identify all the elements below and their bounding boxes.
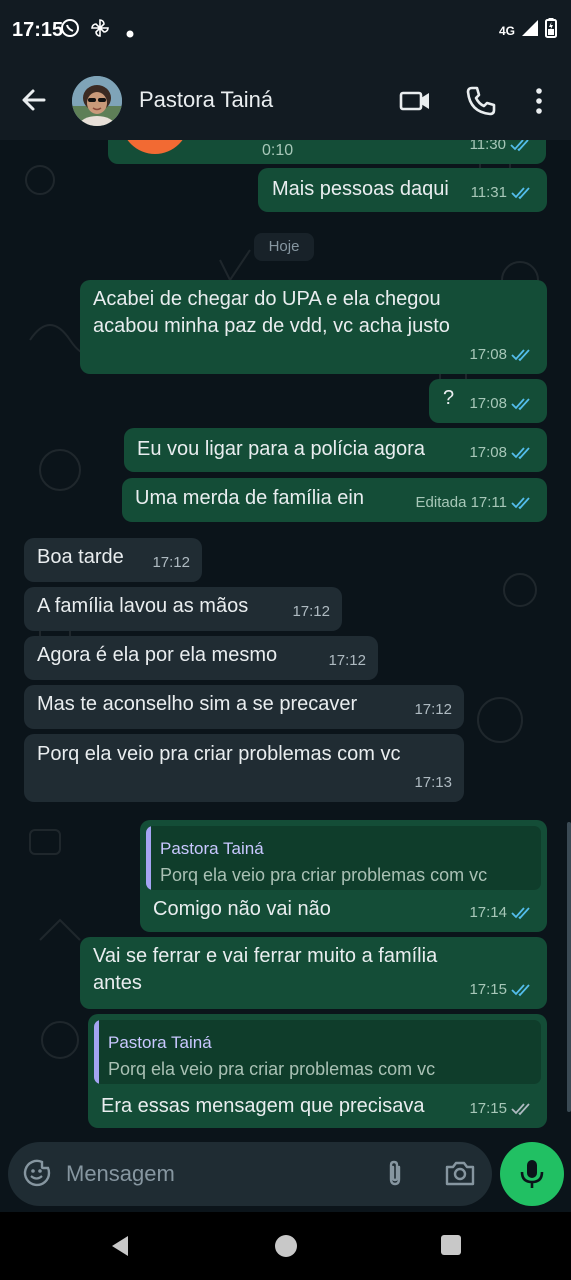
back-button[interactable] <box>18 84 50 116</box>
message-time: 17:08 <box>469 346 507 363</box>
message-text: Comigo não vai não <box>153 898 331 920</box>
network-type: 4G <box>498 23 515 38</box>
message-text: Uma merda de família ein <box>135 487 364 509</box>
message-bubble-outgoing[interactable]: Acabei de chegar do UPA e ela chegou aca… <box>80 280 547 374</box>
message-text: Mais pessoas daqui <box>272 178 449 200</box>
battery-icon <box>545 18 557 43</box>
chat-header: Pastora Tainá <box>0 60 571 140</box>
message-time: 17:12 <box>152 554 190 571</box>
message-text: Era essas mensagem que precisava <box>101 1095 425 1117</box>
audio-avatar <box>127 140 183 154</box>
quoted-message[interactable]: Pastora Tainá Porq ela veio pra criar pr… <box>146 826 541 890</box>
read-ticks-icon <box>511 446 530 459</box>
voice-call-button[interactable] <box>464 84 498 118</box>
message-bubble-outgoing[interactable]: Eu vou ligar para a polícia agora 17:08 <box>124 428 547 472</box>
message-text: Porq ela veio pra criar problemas com vc <box>37 743 401 765</box>
message-time: Editada 17:11 <box>415 494 507 511</box>
camera-button[interactable] <box>444 1158 476 1188</box>
chat-area[interactable]: 0:10 11:30 Mais pessoas daqui 11:31 Hoje… <box>0 140 571 1142</box>
read-ticks-icon <box>511 397 530 410</box>
message-bubble-outgoing[interactable]: Vai se ferrar e vai ferrar muito a famíl… <box>80 937 547 1009</box>
message-time: 11:30 <box>469 140 506 153</box>
message-bubble-outgoing[interactable]: Uma merda de família ein Editada 17:11 <box>122 478 547 522</box>
message-time: 17:08 <box>469 444 507 461</box>
quote-bar <box>146 826 151 890</box>
read-ticks-icon <box>511 906 530 919</box>
dot-icon <box>126 25 134 43</box>
more-vert-icon <box>536 88 542 114</box>
audio-message[interactable]: 0:10 11:30 <box>108 140 546 164</box>
quoted-message[interactable]: Pastora Tainá Porq ela veio pra criar pr… <box>94 1020 541 1084</box>
message-text-line-1: Acabei de chegar do UPA e ela chegou <box>93 288 441 310</box>
status-time: 17:15 <box>12 19 64 41</box>
message-composer <box>8 1142 492 1206</box>
message-time: 17:15 <box>469 981 507 998</box>
whatsapp-icon <box>60 18 80 43</box>
read-ticks-icon <box>511 983 530 996</box>
date-separator: Hoje <box>254 233 314 261</box>
message-input[interactable] <box>66 1154 366 1194</box>
phone-icon <box>466 86 496 116</box>
message-bubble-incoming[interactable]: Porq ela veio pra criar problemas com vc… <box>24 734 464 802</box>
nav-recents-icon[interactable] <box>440 1234 462 1256</box>
quoted-author: Pastora Tainá <box>160 839 264 858</box>
nav-back-icon[interactable] <box>108 1234 132 1258</box>
message-text: Eu vou ligar para a polícia agora <box>137 438 425 460</box>
contact-name[interactable]: Pastora Tainá <box>139 87 273 113</box>
message-time: 17:12 <box>414 701 452 718</box>
system-nav-bar <box>0 1212 571 1280</box>
more-options-button[interactable] <box>522 84 556 118</box>
message-text: ? <box>443 387 455 409</box>
quoted-text: Porq ela veio pra criar problemas com vc <box>108 1059 436 1079</box>
nav-home-icon[interactable] <box>274 1234 298 1258</box>
emoji-button[interactable] <box>22 1158 52 1188</box>
emoji-icon <box>23 1159 51 1187</box>
status-bar: 17:15 4G <box>0 0 571 60</box>
message-bubble-outgoing[interactable]: Pastora Tainá Porq ela veio pra criar pr… <box>88 1014 547 1128</box>
message-text: Boa tarde <box>37 546 124 568</box>
avatar[interactable] <box>72 76 122 126</box>
audio-duration: 0:10 <box>262 142 294 159</box>
video-call-button[interactable] <box>398 84 432 118</box>
message-time: 17:12 <box>328 652 366 669</box>
message-time: 17:12 <box>292 603 330 620</box>
message-text-line-1: Vai se ferrar e vai ferrar muito a famíl… <box>93 945 438 967</box>
message-bubble-incoming[interactable]: Agora é ela por ela mesmo 17:12 <box>24 636 378 680</box>
scrollbar[interactable] <box>567 822 571 1112</box>
message-text-line-2: antes <box>93 972 142 994</box>
read-ticks-icon <box>510 140 529 151</box>
quote-bar <box>94 1020 99 1084</box>
message-time: 17:15 <box>469 1100 507 1117</box>
message-bubble-outgoing[interactable]: Mais pessoas daqui 11:31 <box>258 168 547 212</box>
camera-icon <box>445 1161 475 1186</box>
video-call-icon <box>399 91 429 111</box>
paperclip-icon <box>389 1160 401 1186</box>
message-time: 17:13 <box>414 774 452 791</box>
read-ticks-icon <box>511 496 530 509</box>
attach-button[interactable] <box>380 1158 410 1188</box>
mic-icon <box>520 1160 544 1188</box>
voice-message-button[interactable] <box>500 1142 564 1206</box>
message-text: Agora é ela por ela mesmo <box>37 644 278 666</box>
message-bubble-incoming[interactable]: Boa tarde 17:12 <box>24 538 202 582</box>
read-ticks-icon <box>511 348 530 361</box>
quoted-text: Porq ela veio pra criar problemas com vc <box>160 865 488 885</box>
message-bubble-outgoing[interactable]: Pastora Tainá Porq ela veio pra criar pr… <box>140 820 547 932</box>
message-text: A família lavou as mãos <box>37 595 249 617</box>
message-time: 17:08 <box>469 395 507 412</box>
message-time: 11:31 <box>470 184 507 201</box>
message-bubble-outgoing[interactable]: ? 17:08 <box>429 379 547 423</box>
message-text: Mas te aconselho sim a se precaver <box>37 693 358 715</box>
delivered-ticks-icon <box>511 1102 530 1115</box>
message-time: 17:14 <box>469 904 507 921</box>
signal-icon <box>521 19 539 42</box>
message-bubble-incoming[interactable]: A família lavou as mãos 17:12 <box>24 587 342 631</box>
quoted-author: Pastora Tainá <box>108 1033 212 1052</box>
back-arrow-icon <box>22 89 46 111</box>
message-bubble-incoming[interactable]: Mas te aconselho sim a se precaver 17:12 <box>24 685 464 729</box>
message-text-line-2: acabou minha paz de vdd, vc acha justo <box>93 315 450 337</box>
read-ticks-icon <box>511 186 530 199</box>
pinwheel-icon <box>90 18 110 43</box>
